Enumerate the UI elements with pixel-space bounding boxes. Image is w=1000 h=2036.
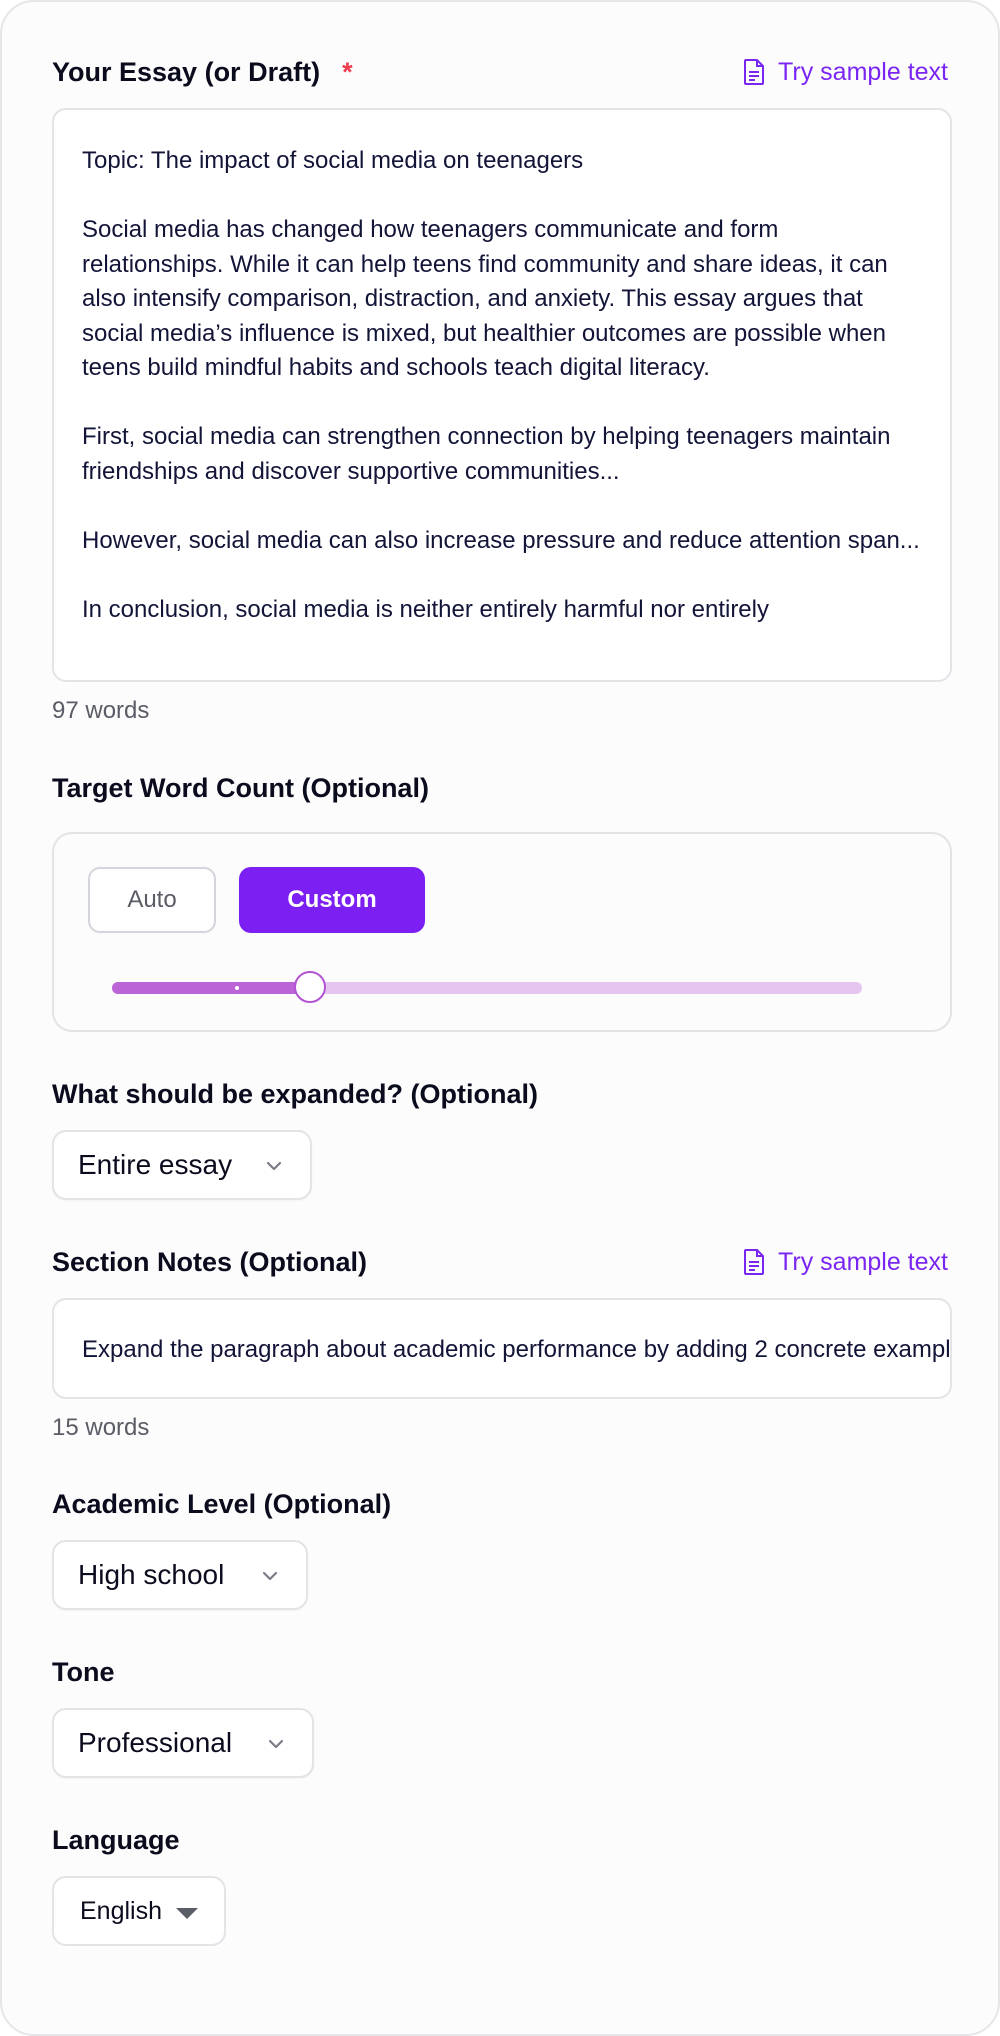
academic-level-label: Academic Level (Optional)	[52, 1488, 392, 1519]
expand-select[interactable]: Entire essay	[52, 1130, 312, 1200]
document-icon	[744, 59, 765, 85]
tone-value: Professional	[78, 1727, 233, 1758]
essay-try-sample-label: Try sample text	[778, 57, 948, 86]
essay-word-count: 97 words	[52, 697, 150, 724]
notes-word-count: 15 words	[52, 1414, 150, 1441]
academic-level-header: Academic Level (Optional)	[52, 1486, 948, 1522]
auto-button[interactable]: Auto	[88, 867, 216, 933]
chevron-down-icon	[262, 1571, 278, 1581]
tone-select[interactable]: Professional	[52, 1708, 314, 1778]
language-label: Language	[52, 1824, 180, 1855]
language-select[interactable]: English	[52, 1876, 226, 1946]
chevron-down-icon	[266, 1161, 282, 1171]
notes-try-sample-button[interactable]: Try sample text	[742, 1248, 948, 1277]
tone-header: Tone	[52, 1654, 948, 1690]
chevron-down-icon	[268, 1739, 284, 1749]
section-notes-textarea[interactable]: Expand the paragraph about academic perf…	[52, 1298, 952, 1399]
document-icon	[744, 1249, 765, 1275]
tone-label: Tone	[52, 1656, 115, 1687]
essay-expander-form: Your Essay (or Draft) * Try sample text T…	[0, 0, 1000, 2036]
essay-label-group: Your Essay (or Draft) *	[52, 57, 353, 88]
target-word-count-box: Auto Custom	[52, 832, 952, 1032]
expand-header: What should be expanded? (Optional)	[52, 1076, 948, 1112]
essay-text: Topic: The impact of social media on tee…	[82, 147, 920, 623]
academic-level-value: High school	[78, 1559, 225, 1590]
essay-label: Your Essay (or Draft)	[52, 56, 321, 87]
essay-textarea[interactable]: Topic: The impact of social media on tee…	[52, 108, 952, 682]
language-header: Language	[52, 1822, 948, 1858]
target-word-count-label: Target Word Count (Optional)	[52, 772, 429, 803]
required-asterisk: *	[342, 56, 353, 87]
caret-down-icon	[176, 1908, 198, 1919]
section-notes-header: Section Notes (Optional) Try sample text	[52, 1244, 948, 1280]
academic-level-select[interactable]: High school	[52, 1540, 308, 1610]
expand-label: What should be expanded? (Optional)	[52, 1078, 538, 1109]
language-value: English	[80, 1896, 162, 1925]
word-count-slider-thumb[interactable]	[294, 971, 326, 1003]
essay-header: Your Essay (or Draft) * Try sample text	[52, 52, 948, 92]
slider-tick-dot	[235, 986, 239, 990]
essay-try-sample-button[interactable]: Try sample text	[742, 58, 948, 87]
expand-select-value: Entire essay	[78, 1149, 233, 1180]
custom-button[interactable]: Custom	[239, 867, 425, 933]
section-notes-label: Section Notes (Optional)	[52, 1246, 368, 1277]
notes-try-sample-label: Try sample text	[778, 1247, 948, 1276]
section-notes-text: Expand the paragraph about academic perf…	[82, 1336, 950, 1363]
word-count-slider-fill	[112, 982, 310, 994]
word-count-slider-track[interactable]	[112, 971, 862, 1003]
target-word-count-header: Target Word Count (Optional)	[52, 770, 948, 806]
